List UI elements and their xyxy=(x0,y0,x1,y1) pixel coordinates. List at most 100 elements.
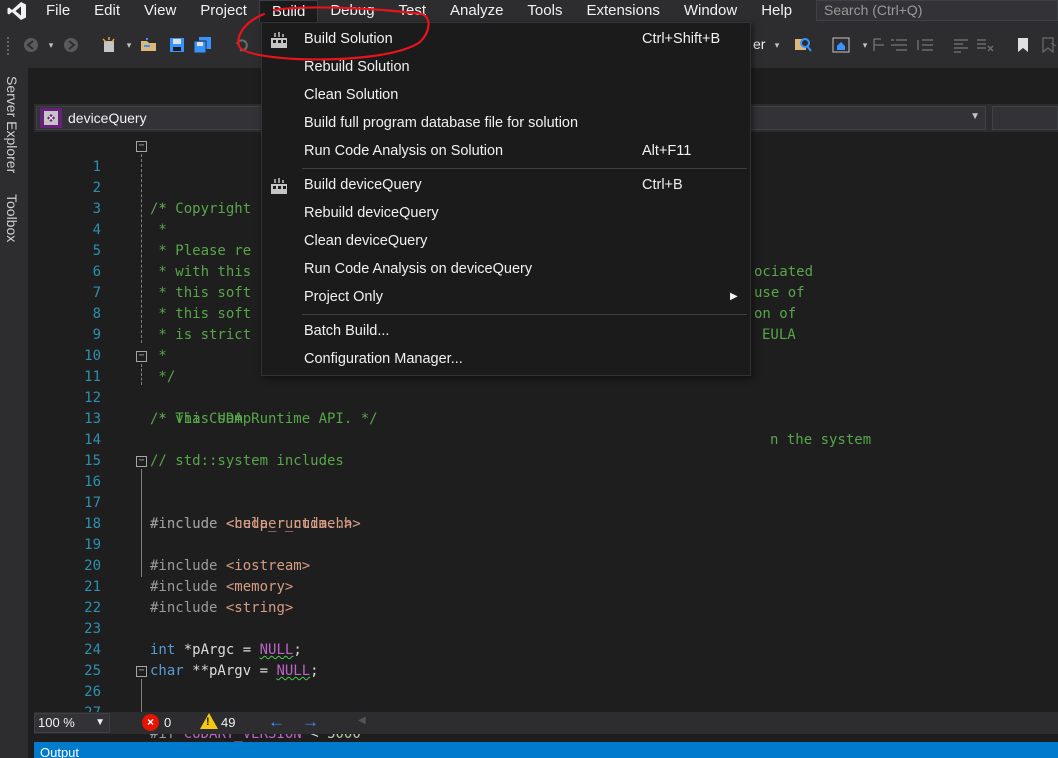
project-name: deviceQuery xyxy=(68,110,147,126)
collapse-icon[interactable]: − xyxy=(136,666,147,677)
menu-view[interactable]: View xyxy=(132,0,188,22)
uncomment-lines-icon[interactable] xyxy=(976,36,994,54)
previous-issue-icon[interactable]: ← xyxy=(268,712,285,732)
output-panel-header[interactable]: Output xyxy=(34,742,1058,758)
toggle-icon[interactable] xyxy=(870,36,888,54)
clean-solution-item[interactable]: Clean Solution xyxy=(262,82,750,110)
build-icon xyxy=(270,31,288,49)
new-project-icon[interactable] xyxy=(100,36,118,54)
new-dropdown-icon[interactable]: ▾ xyxy=(120,36,138,54)
member-dropdown[interactable] xyxy=(992,106,1058,130)
code-line: 26 − #if CUDART_VERSION < 5000 xyxy=(34,661,1058,743)
code-line: 27 xyxy=(34,682,1058,721)
search-input[interactable]: Search (Ctrl+Q) xyxy=(816,0,1058,21)
code-line: 17 #include <helper_cuda.h> xyxy=(34,472,1058,532)
build-full-pdb-item[interactable]: Build full program database file for sol… xyxy=(262,110,750,138)
error-count[interactable]: 0 xyxy=(164,715,171,730)
save-icon[interactable] xyxy=(168,36,186,54)
menu-project[interactable]: Project xyxy=(188,0,259,22)
collapse-icon[interactable]: − xyxy=(136,141,147,152)
build-solution-item[interactable]: Build Solution Ctrl+Shift+B xyxy=(262,26,750,54)
code-line: 15 xyxy=(34,430,1058,469)
menu-item-label: Project Only xyxy=(304,289,383,305)
output-title: Output xyxy=(40,745,80,758)
clean-project-item[interactable]: Clean deviceQuery xyxy=(262,228,750,256)
toolbox-tab[interactable]: Toolbox xyxy=(4,194,20,242)
menu-item-label: Build Solution xyxy=(304,31,393,47)
menu-test[interactable]: Test xyxy=(387,0,439,22)
menu-build[interactable]: Build xyxy=(258,0,319,22)
menu-item-label: Run Code Analysis on Solution xyxy=(304,143,504,159)
undo-icon[interactable] xyxy=(232,36,250,54)
bookmark-next-icon[interactable] xyxy=(1040,36,1058,54)
menu-item-label: Build full program database file for sol… xyxy=(304,115,579,131)
menu-item-label: Clean Solution xyxy=(304,87,399,103)
batch-build-item[interactable]: Batch Build... xyxy=(262,318,750,346)
menu-extensions[interactable]: Extensions xyxy=(574,0,671,22)
warning-count[interactable]: 49 xyxy=(221,715,235,730)
scroll-left-icon[interactable]: ◀ xyxy=(358,715,366,726)
menu-item-shortcut: Ctrl+B xyxy=(642,177,683,193)
toolbar-partial-label[interactable]: er xyxy=(753,36,765,52)
code-line: 20 #include <memory> xyxy=(34,535,1058,595)
rebuild-project-item[interactable]: Rebuild deviceQuery xyxy=(262,200,750,228)
outdent-icon[interactable] xyxy=(916,36,934,54)
zoom-dropdown[interactable]: 100 % ▼ xyxy=(34,713,110,733)
sidebar: Server Explorer Toolbox xyxy=(0,68,28,758)
editor-status-strip: 100 % ▼ × 0 ! 49 ← → ◀ xyxy=(34,712,1058,734)
indent-icon[interactable] xyxy=(890,36,908,54)
menu-item-shortcut: Alt+F11 xyxy=(642,143,692,159)
build-icon xyxy=(270,177,288,195)
menu-item-label: Build deviceQuery xyxy=(304,177,422,193)
code-line: 13 xyxy=(34,388,1058,427)
menu-item-label: Batch Build... xyxy=(304,323,390,339)
code-line: 24 char **pArgv = NULL; xyxy=(34,619,1058,679)
run-code-analysis-solution-item[interactable]: Run Code Analysis on Solution Alt+F11 xyxy=(262,138,750,166)
configuration-manager-item[interactable]: Configuration Manager... xyxy=(262,346,750,374)
back-dropdown-icon[interactable]: ▾ xyxy=(42,36,60,54)
code-line: 21 #include <string> xyxy=(34,556,1058,616)
collapse-icon[interactable]: − xyxy=(136,351,147,362)
next-issue-icon[interactable]: → xyxy=(302,712,319,732)
code-line: 14 // std::system includes xyxy=(34,409,1058,469)
code-line: 16 − #include <cuda_runtime.h> xyxy=(34,451,1058,533)
menu-window[interactable]: Window xyxy=(672,0,749,22)
menu-bar: File Edit View Project Build Debug Test … xyxy=(0,0,1058,22)
scope-dropdown[interactable]: ▼ xyxy=(724,106,986,130)
submenu-arrow-icon: ▶ xyxy=(730,291,738,302)
build-project-item[interactable]: Build deviceQuery Ctrl+B xyxy=(262,172,750,200)
menu-debug[interactable]: Debug xyxy=(318,0,386,22)
menu-separator xyxy=(302,314,747,315)
open-folder-icon[interactable] xyxy=(140,36,158,54)
bookmark-icon[interactable] xyxy=(1014,36,1032,54)
back-icon[interactable] xyxy=(22,36,40,54)
code-line: 25 xyxy=(34,640,1058,679)
visual-studio-logo-icon[interactable] xyxy=(0,0,34,22)
menu-edit[interactable]: Edit xyxy=(82,0,132,22)
project-only-item[interactable]: Project Only ▶ xyxy=(262,284,750,312)
menu-item-label: Rebuild deviceQuery xyxy=(304,205,439,221)
error-icon[interactable]: × xyxy=(142,714,159,731)
find-in-files-icon[interactable] xyxy=(794,36,812,54)
menu-help[interactable]: Help xyxy=(749,0,804,22)
menu-item-label: Clean deviceQuery xyxy=(304,233,428,249)
rebuild-solution-item[interactable]: Rebuild Solution xyxy=(262,54,750,82)
menu-item-shortcut: Ctrl+Shift+B xyxy=(642,31,721,47)
toolbar-grip[interactable] xyxy=(6,36,10,56)
save-all-icon[interactable] xyxy=(194,36,212,54)
server-explorer-tab[interactable]: Server Explorer xyxy=(4,76,20,173)
menu-item-label: Rebuild Solution xyxy=(304,59,410,75)
menu-file[interactable]: File xyxy=(34,0,82,22)
menu-tools[interactable]: Tools xyxy=(515,0,574,22)
collapse-icon[interactable]: − xyxy=(136,456,147,467)
code-line: 19 #include <iostream> xyxy=(34,514,1058,574)
run-code-analysis-project-item[interactable]: Run Code Analysis on deviceQuery xyxy=(262,256,750,284)
chevron-down-icon: ▼ xyxy=(95,717,105,728)
toolbar-dropdown-icon[interactable]: ▾ xyxy=(768,36,786,54)
build-menu-dropdown: Build Solution Ctrl+Shift+B Rebuild Solu… xyxy=(261,22,751,376)
comment-lines-icon[interactable] xyxy=(952,36,970,54)
forward-icon[interactable] xyxy=(62,36,80,54)
chevron-down-icon: ▼ xyxy=(970,111,980,122)
menu-analyze[interactable]: Analyze xyxy=(438,0,515,22)
home-icon[interactable] xyxy=(832,36,850,54)
